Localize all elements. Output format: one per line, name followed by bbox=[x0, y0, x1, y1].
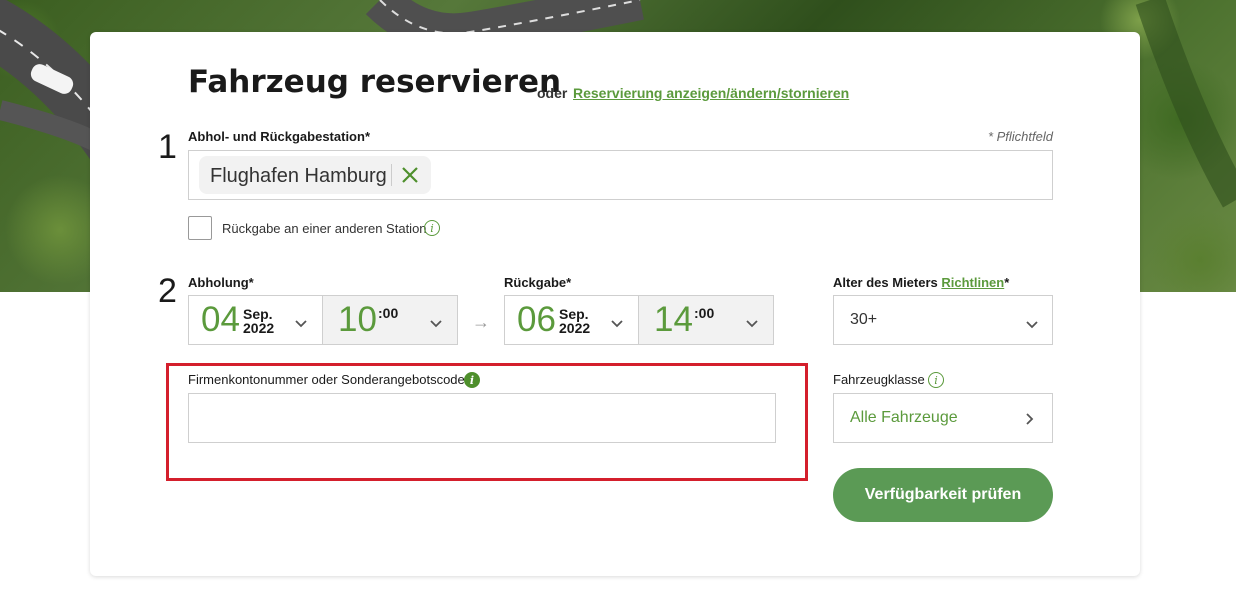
close-icon[interactable] bbox=[399, 164, 421, 186]
chevron-down-icon bbox=[746, 315, 758, 333]
pickup-date-select[interactable]: 04 Sep. 2022 bbox=[188, 295, 323, 345]
pickup-year: 2022 bbox=[243, 320, 275, 336]
pickup-time-select[interactable]: 10 :00 bbox=[322, 295, 458, 345]
chip-separator bbox=[391, 164, 392, 186]
required-note: * Pflichtfeld bbox=[987, 129, 1053, 144]
return-label: Rückgabe* bbox=[504, 275, 572, 290]
station-chip-value: Flughafen Hamburg bbox=[210, 165, 387, 187]
page-title: Fahrzeug reservieren bbox=[188, 64, 562, 100]
pickup-hour: 10 bbox=[338, 300, 377, 339]
pickup-minute: :00 bbox=[378, 305, 399, 321]
chevron-down-icon bbox=[1026, 316, 1038, 334]
station-input[interactable]: Flughafen Hamburg bbox=[188, 150, 1053, 200]
age-value: 30+ bbox=[850, 311, 878, 328]
step-number-2: 2 bbox=[158, 272, 177, 310]
manage-reservation-link[interactable]: Reservierung anzeigen/ändern/stornieren bbox=[573, 85, 849, 101]
vehicle-class-value: Alle Fahrzeuge bbox=[850, 409, 958, 426]
age-required-mark: * bbox=[1004, 275, 1010, 290]
chevron-down-icon bbox=[430, 315, 442, 333]
vehicle-class-label: Fahrzeugklasse bbox=[833, 372, 925, 387]
age-select[interactable]: 30+ bbox=[833, 295, 1053, 345]
return-other-label: Rückgabe an einer anderen Station bbox=[222, 221, 427, 236]
promo-highlight-box bbox=[166, 363, 808, 481]
return-date-select[interactable]: 06 Sep. 2022 bbox=[504, 295, 639, 345]
station-chip: Flughafen Hamburg bbox=[199, 156, 431, 194]
chevron-right-icon bbox=[1026, 412, 1034, 430]
info-icon[interactable]: i bbox=[928, 372, 944, 388]
station-label: Abhol- und Rückgabestation* bbox=[188, 129, 370, 144]
age-label-text: Alter des Mieters bbox=[833, 275, 938, 290]
chevron-down-icon bbox=[611, 315, 623, 333]
return-hour: 14 bbox=[654, 300, 693, 339]
return-minute: :00 bbox=[694, 305, 715, 321]
oder-text: oder bbox=[537, 85, 568, 101]
vehicle-class-select[interactable]: Alle Fahrzeuge bbox=[833, 393, 1053, 443]
age-policy-link[interactable]: Richtlinen bbox=[941, 275, 1004, 290]
step-number-1: 1 bbox=[158, 128, 177, 166]
pickup-day: 04 bbox=[201, 300, 240, 339]
return-year: 2022 bbox=[559, 320, 591, 336]
pickup-label: Abholung* bbox=[188, 275, 254, 290]
return-day: 06 bbox=[517, 300, 556, 339]
info-icon[interactable]: i bbox=[424, 220, 440, 236]
return-other-checkbox[interactable] bbox=[188, 216, 212, 240]
check-availability-button[interactable]: Verfügbarkeit prüfen bbox=[833, 468, 1053, 522]
age-label: Alter des Mieters Richtlinen* bbox=[833, 275, 1009, 290]
chevron-down-icon bbox=[295, 315, 307, 333]
return-time-select[interactable]: 14 :00 bbox=[638, 295, 774, 345]
arrow-right-icon: → bbox=[472, 312, 490, 332]
